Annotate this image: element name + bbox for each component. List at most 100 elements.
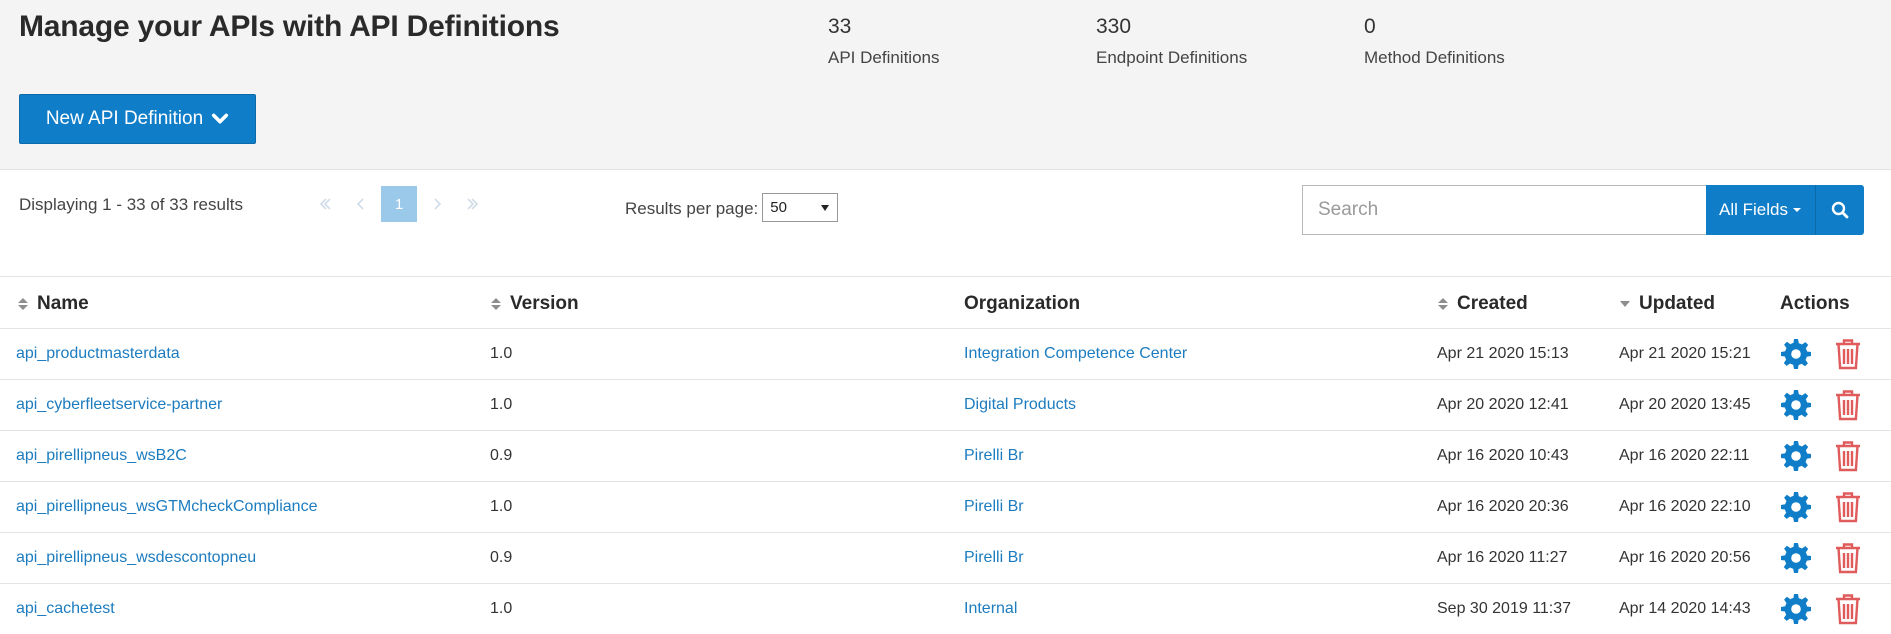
results-per-page-value: 50 [770,199,787,216]
gear-icon[interactable] [1780,490,1812,524]
caret-down-icon [821,204,830,211]
column-header-updated[interactable]: Updated [1603,280,1767,329]
sort-icon [18,297,28,310]
organization-link[interactable]: Pirelli Br [964,447,1024,464]
column-label: Version [510,292,579,314]
table-body: api_productmasterdata 1.0 Integration Co… [0,328,1891,634]
gear-icon[interactable] [1780,541,1812,575]
table-row: api_cachetest 1.0 Internal Sep 30 2019 1… [0,583,1891,634]
column-header-name[interactable]: Name [0,280,474,329]
new-api-definition-button[interactable]: New API Definition [19,94,256,144]
gear-icon[interactable] [1780,337,1812,371]
stat-api-definitions: 33 API Definitions [828,14,940,68]
stat-value: 0 [1364,15,1376,38]
sort-desc-icon [1620,300,1630,307]
search-button[interactable] [1815,185,1864,235]
trash-icon[interactable] [1832,439,1864,473]
stat-endpoint-definitions: 330 Endpoint Definitions [1096,14,1247,68]
table-row: api_pirellipneus_wsB2C 0.9 Pirelli Br Ap… [0,430,1891,482]
results-per-page: Results per page: 50 [625,193,839,222]
column-header-organization: Organization [948,280,1422,329]
updated-date: Apr 20 2020 13:45 [1619,395,1751,413]
api-name-link[interactable]: api_cyberfleetservice-partner [16,396,222,413]
api-version: 0.9 [490,446,513,464]
pagination: 1 [307,186,491,222]
created-date: Apr 16 2020 20:36 [1437,497,1569,515]
stat-method-definitions: 0 Method Definitions [1364,14,1505,68]
trash-icon[interactable] [1832,337,1864,371]
all-fields-label: All Fields [1719,200,1788,219]
organization-link[interactable]: Digital Products [964,396,1076,413]
column-label: Created [1457,292,1528,314]
column-label: Updated [1639,292,1715,314]
table-row: api_pirellipneus_wsdescontopneu 0.9 Pire… [0,532,1891,584]
updated-date: Apr 21 2020 15:21 [1619,344,1751,362]
table-row: api_pirellipneus_wsGTMcheckCompliance 1.… [0,481,1891,533]
page-header: Manage your APIs with API Definitions 33… [0,0,1891,170]
caret-down-icon [1792,208,1801,212]
api-name-link[interactable]: api_pirellipneus_wsB2C [16,447,187,464]
first-page-icon[interactable] [307,186,343,222]
table-row: api_productmasterdata 1.0 Integration Co… [0,328,1891,380]
created-date: Apr 16 2020 10:43 [1437,446,1569,464]
api-version: 1.0 [490,395,513,413]
new-api-definition-label: New API Definition [45,108,204,129]
column-label: Name [37,292,89,314]
prev-page-icon[interactable] [343,186,379,222]
page-title: Manage your APIs with API Definitions [19,10,560,43]
gear-icon[interactable] [1780,388,1812,422]
stat-value: 33 [828,15,852,38]
stat-label: API Definitions [828,48,940,67]
created-date: Sep 30 2019 11:37 [1437,599,1572,617]
api-version: 1.0 [490,344,513,362]
stat-label: Endpoint Definitions [1096,48,1248,67]
table-row: api_cyberfleetservice-partner 1.0 Digita… [0,379,1891,431]
stat-value: 330 [1096,15,1132,38]
sort-icon [1438,297,1448,310]
page-button-1[interactable]: 1 [381,186,417,222]
organization-link[interactable]: Integration Competence Center [964,345,1187,362]
created-date: Apr 21 2020 15:13 [1437,344,1569,362]
updated-date: Apr 16 2020 20:56 [1619,548,1751,566]
column-header-created[interactable]: Created [1422,280,1603,329]
trash-icon[interactable] [1832,388,1864,422]
api-name-link[interactable]: api_productmasterdata [16,345,180,362]
organization-link[interactable]: Pirelli Br [964,498,1024,515]
trash-icon[interactable] [1832,541,1864,575]
created-date: Apr 16 2020 11:27 [1437,548,1568,566]
trash-icon[interactable] [1832,592,1864,626]
results-toolbar: Displaying 1 - 33 of 33 results 1 Result… [0,171,1891,277]
api-name-link[interactable]: api_pirellipneus_wsGTMcheckCompliance [16,498,317,515]
table-header-row: Name Version Organization Created Update… [0,280,1891,329]
created-date: Apr 20 2020 12:41 [1437,395,1569,413]
results-per-page-label: Results per page: [625,198,759,218]
all-fields-dropdown[interactable]: All Fields [1706,185,1815,235]
updated-date: Apr 16 2020 22:11 [1619,446,1750,464]
chevron-down-icon [212,113,229,124]
column-label: Actions [1780,292,1850,314]
column-header-version[interactable]: Version [474,280,948,329]
api-name-link[interactable]: api_cachetest [16,600,115,617]
sort-icon [491,297,501,310]
api-name-link[interactable]: api_pirellipneus_wsdescontopneu [16,549,256,566]
column-label: Organization [964,292,1081,314]
api-version: 0.9 [490,548,513,566]
api-version: 1.0 [490,599,513,617]
organization-link[interactable]: Internal [964,600,1017,617]
api-definitions-table: Name Version Organization Created Update… [0,280,1891,634]
stat-label: Method Definitions [1364,48,1505,67]
updated-date: Apr 14 2020 14:43 [1619,599,1751,617]
trash-icon[interactable] [1832,490,1864,524]
search-icon [1831,201,1849,219]
organization-link[interactable]: Pirelli Br [964,549,1024,566]
gear-icon[interactable] [1780,439,1812,473]
last-page-icon[interactable] [455,186,491,222]
gear-icon[interactable] [1780,592,1812,626]
next-page-icon[interactable] [419,186,455,222]
column-header-actions: Actions [1767,280,1891,329]
search-input[interactable] [1302,185,1707,235]
updated-date: Apr 16 2020 22:10 [1619,497,1751,515]
api-version: 1.0 [490,497,513,515]
results-per-page-select[interactable]: 50 [762,193,839,222]
results-count: Displaying 1 - 33 of 33 results [19,195,243,214]
